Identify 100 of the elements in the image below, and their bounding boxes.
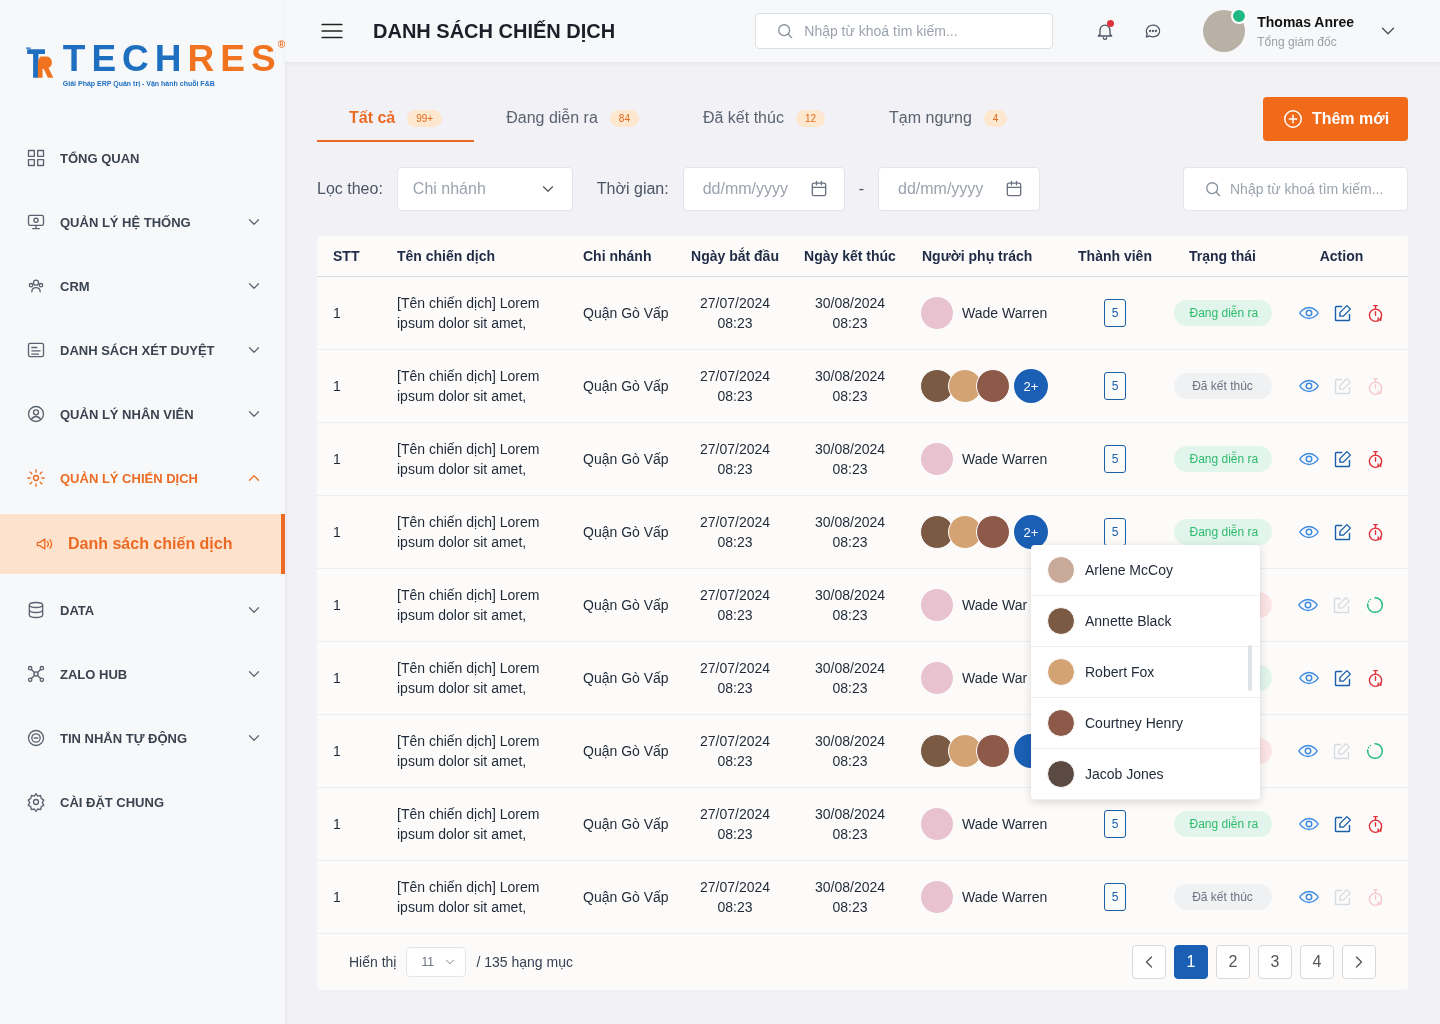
start-date: 27/07/2024 08:23 xyxy=(699,440,771,479)
branch-select[interactable]: Chi nhánh xyxy=(396,167,573,211)
avatar xyxy=(976,369,1010,403)
sidebar-item[interactable]: TIN NHẮN TỰ ĐỘNG xyxy=(0,706,285,770)
member-count[interactable]: 5 xyxy=(1104,445,1126,473)
sidebar-item[interactable]: ZALO HUB xyxy=(0,642,285,706)
avatar xyxy=(1047,709,1075,737)
column-header: STT xyxy=(332,248,361,264)
start-date: 27/07/2024 08:23 xyxy=(699,513,771,552)
owner-name: Wade War xyxy=(962,670,1028,686)
table-cell-text: Quận Gò Vấp xyxy=(582,670,670,686)
campaign-name: [Tên chiến dịch] Lorem ipsum dolor sit amet, xyxy=(397,805,541,844)
table-cell-text: Quận Gò Vấp xyxy=(582,378,670,394)
column-header: Người phụ trách xyxy=(921,248,1034,264)
more-avatars-badge[interactable]: 2+ xyxy=(1014,515,1048,549)
more-avatars-badge[interactable]: 2+ xyxy=(1014,369,1048,403)
start-date: 27/07/2024 08:23 xyxy=(699,878,771,917)
table-cell-text: 1 xyxy=(332,524,342,540)
gear-icon xyxy=(26,468,46,488)
date-to-field[interactable]: dd/mm/yyyy xyxy=(878,167,1040,211)
status-badge: Đã kết thúc xyxy=(1173,884,1272,910)
date-from-field[interactable]: dd/mm/yyyy xyxy=(682,167,845,211)
column-header: Tên chiến dịch xyxy=(396,248,496,264)
table-cell-text: 1 xyxy=(332,816,342,832)
restart-icon xyxy=(1364,740,1386,762)
table-cell-text: Quận Gò Vấp xyxy=(582,889,670,905)
end-date: 30/08/2024 08:23 xyxy=(814,513,886,552)
resume-button[interactable] xyxy=(1364,594,1386,616)
end-date: 30/08/2024 08:23 xyxy=(814,440,886,479)
table-cell-text: 1 xyxy=(332,597,342,613)
page-button[interactable]: 3 xyxy=(1258,945,1292,979)
campaign-name: [Tên chiến dịch] Lorem ipsum dolor sit amet, xyxy=(397,440,541,479)
start-date: 27/07/2024 08:23 xyxy=(699,367,771,406)
table-cell-text: Quận Gò Vấp xyxy=(582,743,670,759)
avatar xyxy=(920,807,954,841)
member-item[interactable]: Arlene McCoy xyxy=(1031,545,1260,596)
column-header: Action xyxy=(1318,248,1365,264)
calendar-icon xyxy=(1004,179,1024,199)
grid-icon xyxy=(26,148,46,168)
table-cell-text: 1 xyxy=(332,378,342,394)
database-icon xyxy=(26,600,46,620)
campaign-name: [Tên chiến dịch] Lorem ipsum dolor sit amet, xyxy=(397,294,541,333)
member-count[interactable]: 5 xyxy=(1104,372,1126,400)
column-header: Ngày kết thúc xyxy=(803,248,897,264)
page-title: DANH SÁCH CHIẾN DỊCH xyxy=(373,19,617,43)
sidebar-item[interactable]: DANH SÁCH XÉT DUYỆT xyxy=(0,318,285,382)
avatar xyxy=(920,661,954,695)
table-cell-text: Quận Gò Vấp xyxy=(582,305,670,321)
count-badge: 99+ xyxy=(407,109,443,127)
start-date: 27/07/2024 08:23 xyxy=(699,659,771,698)
count-badge: 12 xyxy=(795,109,826,127)
column-header: Trạng thái xyxy=(1188,248,1257,264)
member-count[interactable]: 5 xyxy=(1104,810,1126,838)
time-label: Thời gian: xyxy=(596,180,669,198)
avatar xyxy=(976,515,1010,549)
column-header: Ngày bắt đầu xyxy=(690,248,780,264)
member-item[interactable]: Courtney Henry xyxy=(1031,698,1260,749)
user-role: Tổng giám đốc xyxy=(1257,34,1338,49)
search-field[interactable]: Nhập từ khoá tìm kiếm... xyxy=(755,13,1054,49)
monitor-icon xyxy=(26,212,46,232)
page-size-select[interactable]: 11 xyxy=(406,947,467,977)
tab[interactable]: Đang diễn ra 84 xyxy=(474,96,671,142)
sidebar-item[interactable]: CRM xyxy=(0,254,285,318)
search-icon xyxy=(1203,179,1223,199)
end-date: 30/08/2024 08:23 xyxy=(814,294,886,333)
member-count[interactable]: 5 xyxy=(1104,299,1126,327)
tab[interactable]: Tạm ngưng 4 xyxy=(857,96,1040,142)
owner-name: Wade Warren xyxy=(962,816,1048,832)
avatar xyxy=(976,734,1010,768)
user-avatar[interactable] xyxy=(1203,10,1246,52)
page-button[interactable]: 4 xyxy=(1300,945,1334,979)
end-date: 30/08/2024 08:23 xyxy=(814,367,886,406)
page-button[interactable]: 1 xyxy=(1174,945,1208,979)
avatar xyxy=(920,296,954,330)
end-date: 30/08/2024 08:23 xyxy=(814,659,886,698)
sidebar-item[interactable]: DATA xyxy=(0,578,285,642)
network-icon xyxy=(26,664,46,684)
page-button[interactable]: 2 xyxy=(1216,945,1250,979)
range-separator: - xyxy=(858,180,864,198)
campaign-name: [Tên chiến dịch] Lorem ipsum dolor sit amet, xyxy=(397,732,541,771)
total-count: / 135 hạng mục xyxy=(476,954,573,970)
avatar xyxy=(1047,658,1075,686)
filter-label: Lọc theo: xyxy=(317,180,383,198)
avatar xyxy=(1047,556,1075,584)
campaign-name: [Tên chiến dịch] Lorem ipsum dolor sit amet, xyxy=(397,513,541,552)
sidebar-item[interactable]: QUẢN LÝ NHÂN VIÊN xyxy=(0,382,285,446)
sidebar-item[interactable]: TỔNG QUAN xyxy=(0,126,285,190)
campaign-name: [Tên chiến dịch] Lorem ipsum dolor sit amet, xyxy=(397,367,541,406)
member-count[interactable]: 5 xyxy=(1104,883,1126,911)
target-icon xyxy=(26,728,46,748)
campaign-name: [Tên chiến dịch] Lorem ipsum dolor sit amet, xyxy=(397,878,541,917)
user-circle-icon xyxy=(26,404,46,424)
start-date: 27/07/2024 08:23 xyxy=(699,805,771,844)
resume-button[interactable] xyxy=(1364,740,1386,762)
sidebar-item[interactable]: QUẢN LÝ HỆ THỐNG xyxy=(0,190,285,254)
search-field[interactable]: Nhập từ khoá tìm kiếm... xyxy=(1183,167,1408,211)
edit-icon xyxy=(1331,594,1352,616)
status-badge: Đang diễn ra xyxy=(1173,811,1272,837)
sidebar-item[interactable]: CÀI ĐẶT CHUNG xyxy=(0,770,285,834)
tab[interactable]: Đã kết thúc 12 xyxy=(670,96,858,142)
